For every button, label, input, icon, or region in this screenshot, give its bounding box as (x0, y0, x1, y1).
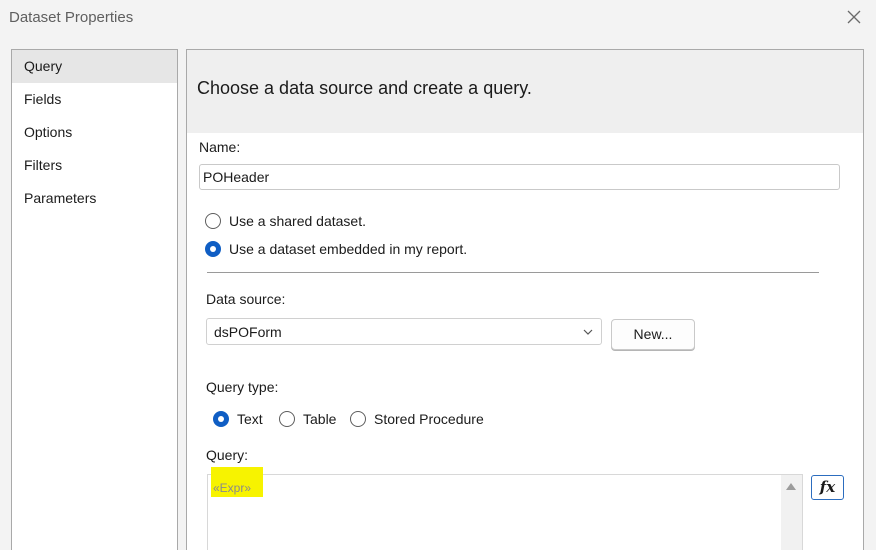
sidebar-nav: Query Fields Options Filters Parameters (11, 49, 178, 550)
query-type-label: Query type: (206, 379, 279, 395)
name-field[interactable]: POHeader (199, 164, 840, 190)
page-header: Choose a data source and create a query. (187, 50, 863, 133)
radio-query-type-table[interactable]: Table (279, 411, 336, 427)
chevron-down-icon (583, 329, 593, 335)
expression-button[interactable]: fx (811, 475, 844, 500)
radio-embedded-dataset-label: Use a dataset embedded in my report. (229, 241, 468, 257)
new-data-source-button[interactable]: New... (611, 319, 695, 350)
radio-button-icon (279, 411, 295, 427)
query-expression: «Expr» (211, 467, 263, 497)
radio-query-type-stored-procedure-label: Stored Procedure (374, 411, 484, 427)
sidebar-item-query[interactable]: Query (12, 50, 177, 83)
sidebar-item-fields[interactable]: Fields (12, 83, 177, 116)
title-bar: Dataset Properties (0, 0, 876, 36)
divider (207, 272, 819, 273)
sidebar-item-parameters[interactable]: Parameters (12, 182, 177, 215)
radio-query-type-text-label: Text (237, 411, 263, 427)
radio-query-type-table-label: Table (303, 411, 337, 427)
scroll-up-icon[interactable] (786, 483, 796, 490)
data-source-label: Data source: (206, 291, 286, 307)
data-source-dropdown[interactable]: dsPOForm (206, 318, 602, 345)
query-label: Query: (206, 447, 249, 463)
radio-button-icon (350, 411, 366, 427)
sidebar-item-options[interactable]: Options (12, 116, 177, 149)
close-icon[interactable] (846, 9, 862, 25)
radio-query-type-stored-procedure[interactable]: Stored Procedure (350, 411, 484, 427)
radio-button-icon (205, 213, 221, 229)
radio-shared-dataset[interactable]: Use a shared dataset. (205, 213, 366, 229)
name-label: Name: (199, 139, 241, 155)
radio-query-type-text[interactable]: Text (213, 411, 263, 427)
data-source-value: dsPOForm (214, 324, 282, 340)
sidebar-item-filters[interactable]: Filters (12, 149, 177, 182)
query-scrollbar[interactable] (781, 475, 802, 550)
page-heading: Choose a data source and create a query. (197, 78, 532, 98)
radio-shared-dataset-label: Use a shared dataset. (229, 213, 366, 229)
window-title: Dataset Properties (9, 9, 134, 26)
radio-button-selected-icon (205, 241, 221, 257)
query-text-area[interactable]: «Expr» (207, 467, 803, 550)
radio-embedded-dataset[interactable]: Use a dataset embedded in my report. (205, 241, 467, 257)
radio-button-selected-icon (213, 411, 229, 427)
content-panel: Choose a data source and create a query.… (186, 49, 864, 550)
